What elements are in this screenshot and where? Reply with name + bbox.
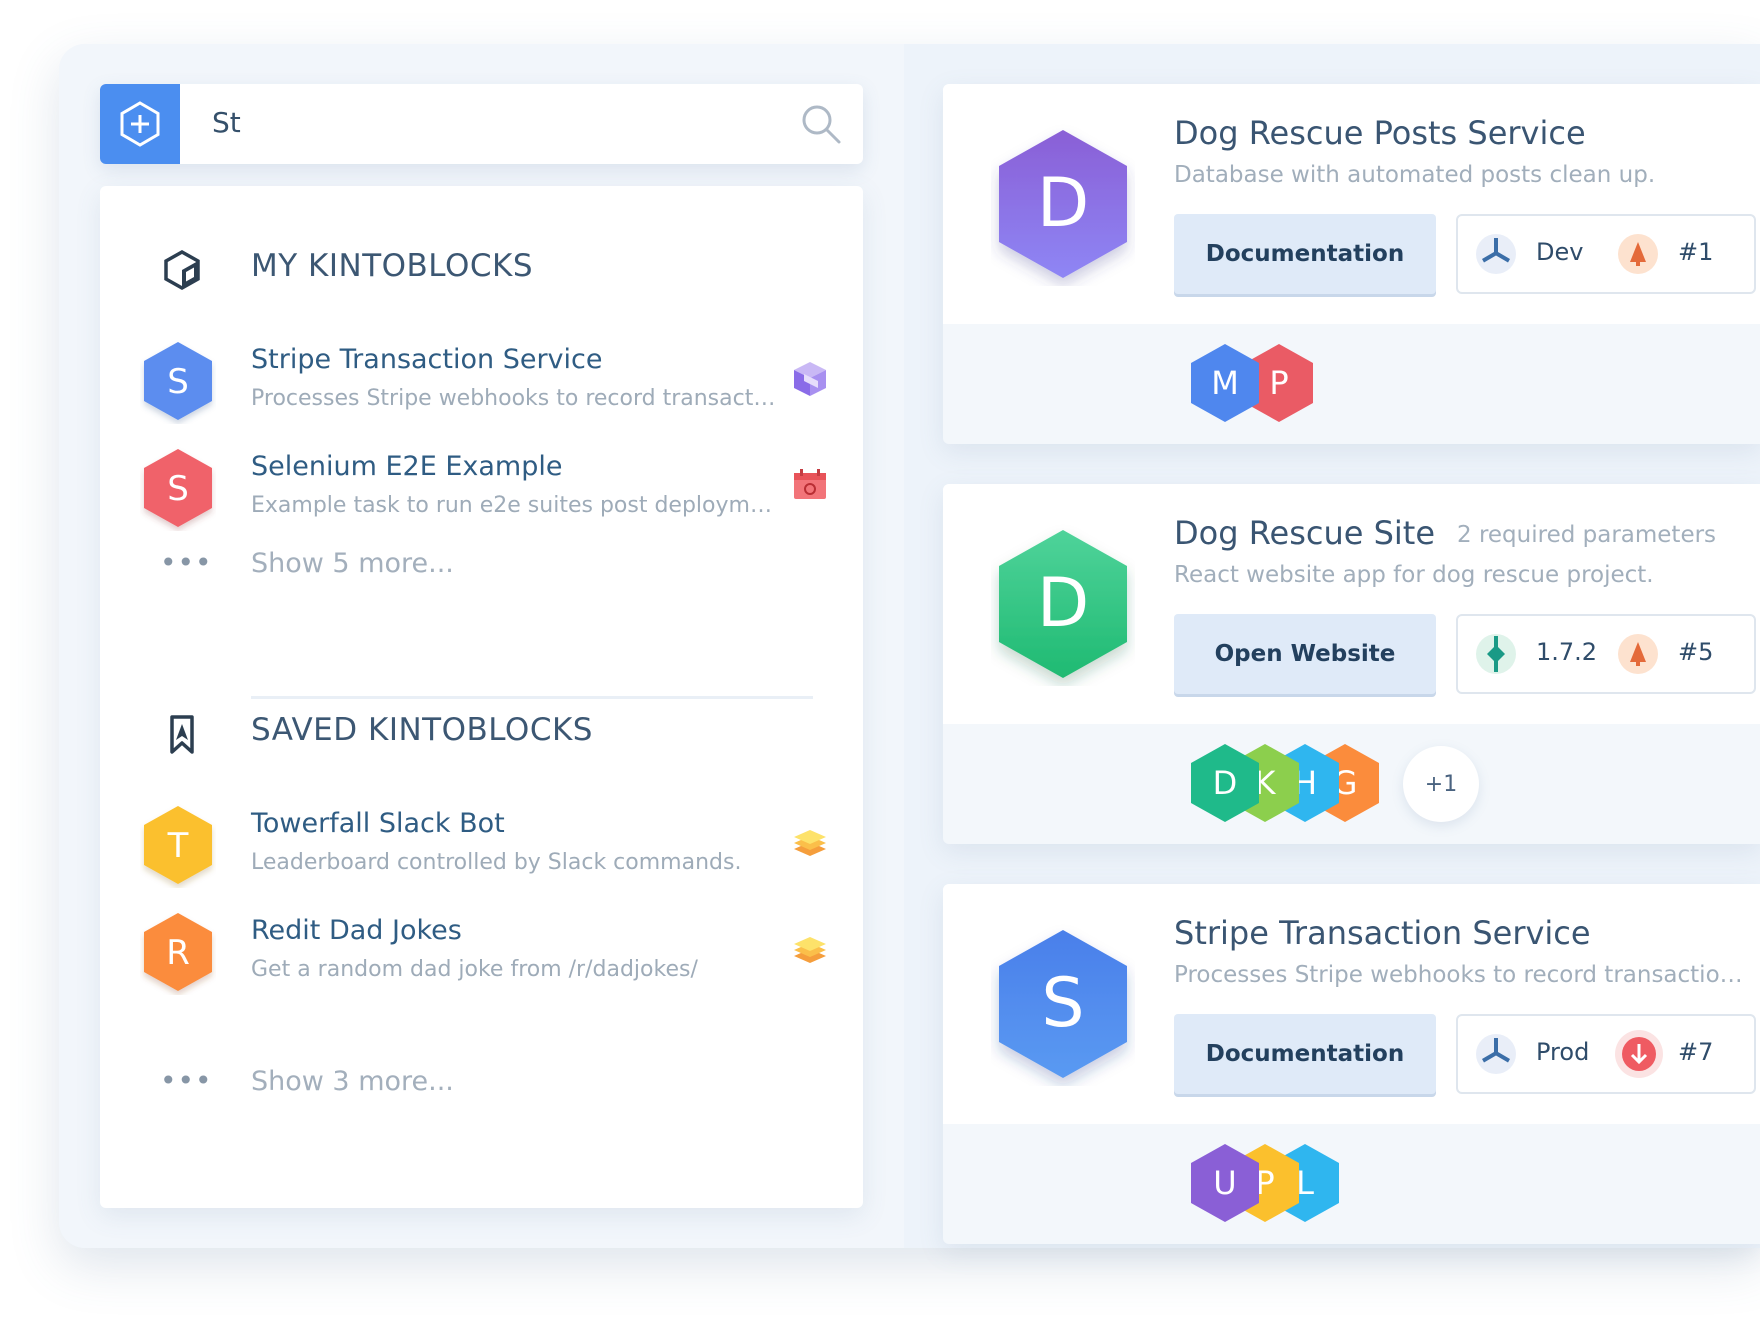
show-more-label[interactable]: Show 5 more...	[251, 548, 454, 579]
bookmark-icon	[170, 715, 194, 754]
svg-text:S: S	[167, 469, 189, 509]
red-calendar-icon	[794, 469, 826, 499]
build-number: #7	[1678, 1038, 1714, 1066]
svg-text:D: D	[1037, 164, 1089, 243]
open-website-button[interactable]: Open Website	[1174, 614, 1436, 694]
search-input[interactable]: St	[212, 106, 241, 139]
kintoblock-description: Example task to run e2e suites post depl…	[251, 493, 781, 518]
layers-icon	[794, 830, 826, 856]
environment-selector[interactable]: Prod #7	[1456, 1014, 1756, 1094]
letter-hex-icon: S	[144, 449, 212, 527]
svg-text:T: T	[167, 826, 189, 866]
letter-hex-icon: T	[144, 806, 212, 884]
environment-label: Dev	[1536, 238, 1584, 266]
kintoblock-description: Processes Stripe webhooks to record tran…	[251, 386, 781, 411]
member-avatar: M	[1191, 344, 1259, 422]
card-description: Database with automated posts clean up.	[1174, 162, 1656, 188]
kintoblock-title[interactable]: Stripe Transaction Service	[251, 344, 603, 375]
more-members-badge[interactable]: +1	[1403, 746, 1479, 822]
svg-text:S: S	[1041, 964, 1084, 1043]
member-avatar: U	[1191, 1144, 1259, 1222]
card-title[interactable]: Stripe Transaction Service	[1174, 914, 1591, 952]
card-header: D Dog Rescue Site 2 required parameters …	[943, 484, 1760, 724]
more-dots-icon: •••	[160, 1064, 213, 1097]
show-more-saved-button[interactable]: ••• Show 3 more...	[160, 1060, 760, 1104]
list-item[interactable]: T Towerfall Slack Bot Leaderboard contro…	[140, 804, 830, 900]
list-item[interactable]: S Selenium E2E Example Example task to r…	[140, 447, 830, 543]
svg-text:M: M	[1211, 364, 1239, 402]
section-divider	[251, 696, 813, 699]
svg-text:S: S	[167, 362, 189, 402]
svg-text:D: D	[1037, 564, 1089, 643]
environment-selector[interactable]: Dev #1	[1456, 214, 1756, 294]
kintoblock-title[interactable]: Selenium E2E Example	[251, 451, 563, 482]
build-icon	[1618, 234, 1658, 274]
add-kintoblock-button[interactable]	[100, 84, 180, 164]
deployment-card[interactable]: S Stripe Transaction Service Processes S…	[943, 884, 1760, 1244]
build-icon	[1618, 634, 1658, 674]
environment-label: Prod	[1536, 1038, 1590, 1066]
letter-hex-icon: D	[999, 530, 1127, 678]
list-item[interactable]: R Redit Dad Jokes Get a random dad joke …	[140, 911, 830, 1007]
kintoblocks-panel: MY KINTOBLOCKS S Stripe Transaction Serv…	[100, 186, 863, 1208]
list-item[interactable]: S Stripe Transaction Service Processes S…	[140, 340, 830, 436]
card-header: D Dog Rescue Posts Service Database with…	[943, 84, 1760, 324]
build-number: #1	[1678, 238, 1714, 266]
add-hex-icon	[120, 101, 160, 147]
card-description: Processes Stripe webhooks to record tran…	[1174, 962, 1754, 988]
letter-hex-icon: D	[999, 130, 1127, 278]
svg-text:R: R	[166, 933, 190, 973]
svg-text:U: U	[1213, 1164, 1236, 1202]
documentation-button[interactable]: Documentation	[1174, 214, 1436, 294]
more-dots-icon: •••	[160, 546, 213, 579]
kintoblock-icon	[164, 249, 200, 291]
version-label: 1.7.2	[1536, 638, 1598, 666]
layers-icon	[794, 937, 826, 963]
show-more-my-button[interactable]: ••• Show 5 more...	[160, 542, 760, 586]
environment-icon	[1476, 234, 1516, 274]
environment-icon	[1476, 1034, 1516, 1074]
kintoblock-description: Leaderboard controlled by Slack commands…	[251, 850, 742, 875]
card-title[interactable]: Dog Rescue Posts Service	[1174, 114, 1586, 152]
my-kintoblocks-heading: MY KINTOBLOCKS	[251, 248, 534, 284]
documentation-button[interactable]: Documentation	[1174, 1014, 1436, 1094]
version-selector[interactable]: 1.7.2 #5	[1456, 614, 1756, 694]
purple-cube-icon	[794, 362, 826, 396]
card-title[interactable]: Dog Rescue Site	[1174, 514, 1435, 552]
letter-hex-icon: S	[999, 930, 1127, 1078]
show-more-label[interactable]: Show 3 more...	[251, 1066, 454, 1097]
member-avatar: D	[1191, 744, 1259, 822]
search-bar: St	[100, 84, 863, 164]
letter-hex-icon: S	[144, 342, 212, 420]
search-icon[interactable]	[799, 102, 843, 146]
letter-hex-icon: R	[144, 913, 212, 991]
kintoblock-description: Get a random dad joke from /r/dadjokes/	[251, 957, 698, 982]
card-description: React website app for dog rescue project…	[1174, 562, 1654, 588]
svg-text:P: P	[1269, 364, 1288, 402]
deployment-card[interactable]: D Dog Rescue Site 2 required parameters …	[943, 484, 1760, 844]
deployment-card[interactable]: D Dog Rescue Posts Service Database with…	[943, 84, 1760, 444]
version-icon	[1476, 634, 1516, 674]
required-parameters-label[interactable]: 2 required parameters	[1457, 522, 1716, 548]
kintoblock-title[interactable]: Towerfall Slack Bot	[251, 808, 505, 839]
saved-kintoblocks-heading: SAVED KINTOBLOCKS	[251, 712, 593, 748]
build-number: #5	[1678, 638, 1714, 666]
kintoblock-title[interactable]: Redit Dad Jokes	[251, 915, 462, 946]
deploy-down-icon	[1615, 1030, 1663, 1078]
card-header: S Stripe Transaction Service Processes S…	[943, 884, 1760, 1124]
svg-text:D: D	[1213, 764, 1238, 802]
